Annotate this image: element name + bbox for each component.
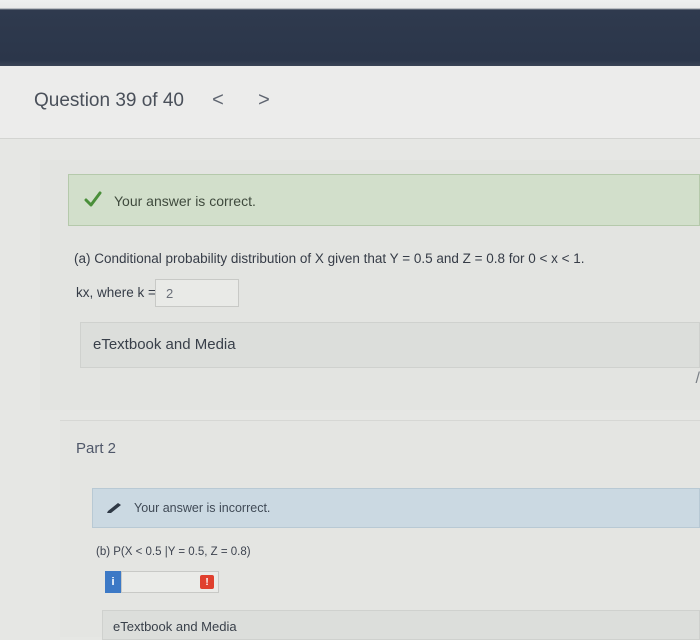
slash-mark: / (695, 370, 700, 387)
etextbook-media-label-a: eTextbook and Media (93, 336, 236, 353)
top-banner (0, 0, 700, 66)
k-answer-label: kx, where k = (76, 285, 156, 300)
pencil-icon (107, 503, 121, 513)
question-counter: Question 39 of 40 (34, 90, 184, 111)
k-answer-field[interactable]: 2 (155, 279, 239, 307)
etextbook-media-label-b: eTextbook and Media (113, 619, 237, 634)
chevron-right-icon[interactable]: > (252, 88, 276, 112)
part-b-prompt: (b) P(X < 0.5 |Y = 0.5, Z = 0.8) (96, 546, 251, 558)
warning-icon: ! (200, 575, 214, 589)
part-a-prompt: (a) Conditional probability distribution… (74, 251, 585, 266)
chevron-left-icon[interactable]: < (206, 88, 230, 112)
incorrect-feedback-text: Your answer is incorrect. (134, 501, 271, 515)
part-2-panel (60, 420, 700, 637)
check-icon (84, 191, 102, 207)
correct-feedback-text: Your answer is correct. (114, 193, 256, 209)
info-icon[interactable]: i (105, 571, 121, 593)
part-2-title: Part 2 (76, 440, 117, 457)
